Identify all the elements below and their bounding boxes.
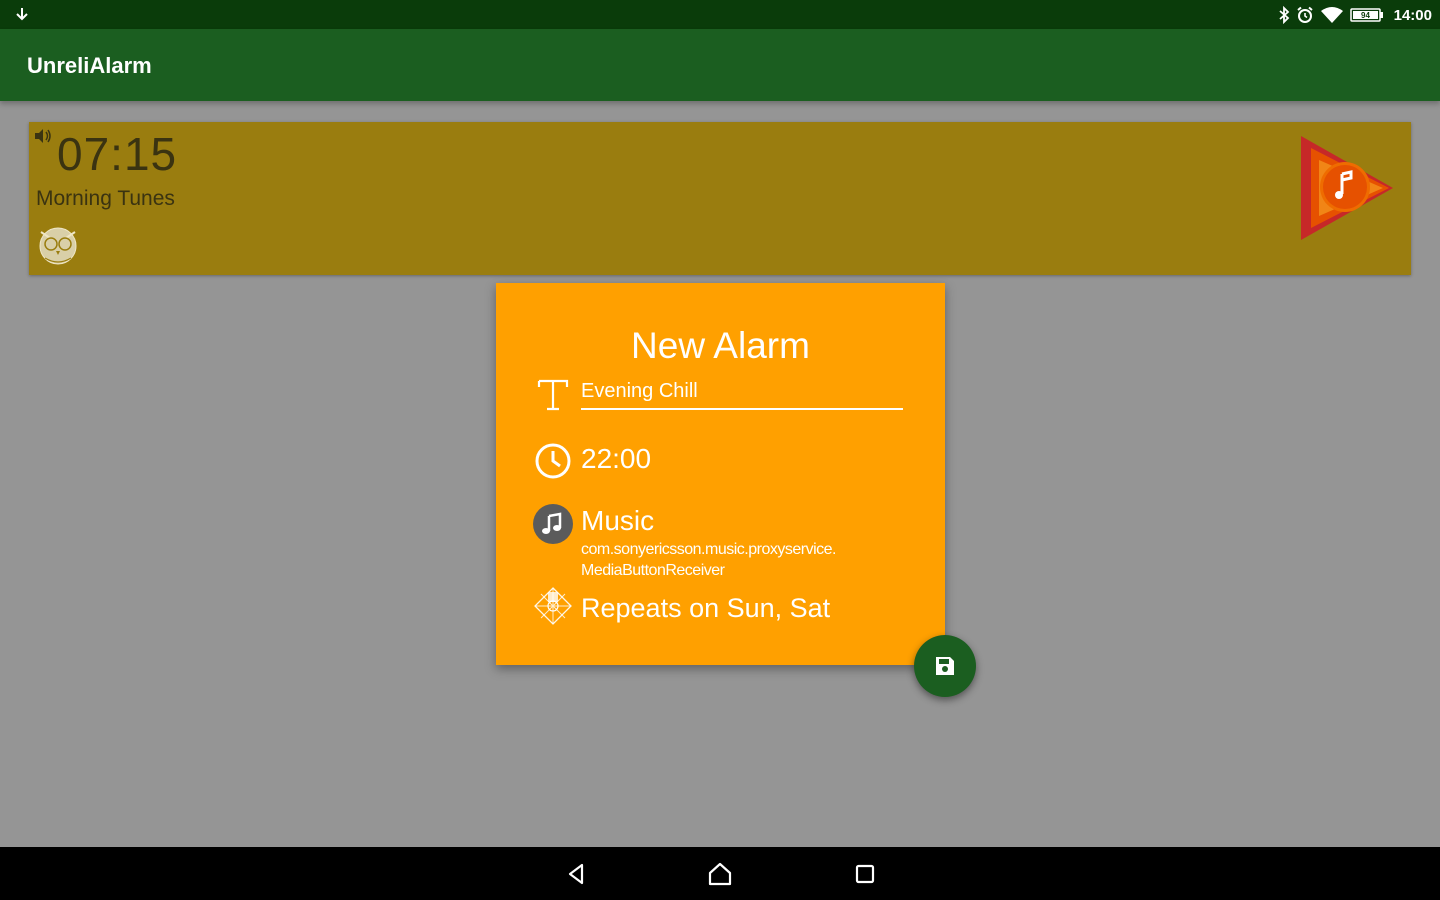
- bluetooth-icon: [1279, 6, 1289, 24]
- recents-icon: [855, 864, 875, 884]
- home-icon: [708, 862, 732, 886]
- wifi-icon: [1320, 7, 1343, 23]
- alarm-card[interactable]: 07:15 Morning Tunes: [29, 122, 1411, 275]
- alarm-name-input[interactable]: [581, 377, 903, 410]
- owl-icon: [39, 227, 77, 265]
- app-bar: UnreliAlarm: [0, 29, 1440, 101]
- navigation-bar: [0, 847, 1440, 900]
- app-title: UnreliAlarm: [27, 53, 152, 78]
- clock-icon: [535, 443, 571, 479]
- battery-icon: 94: [1349, 8, 1383, 22]
- back-button[interactable]: [562, 859, 592, 889]
- repeat-days[interactable]: Repeats on Sun, Sat: [581, 593, 830, 624]
- status-time: 14:00: [1393, 6, 1432, 24]
- back-icon: [568, 863, 584, 885]
- status-bar: 94 14:00: [0, 0, 1440, 29]
- alarm-clock-icon: [1296, 6, 1313, 23]
- repeat-pattern-icon: [534, 587, 572, 625]
- play-music-icon[interactable]: [1297, 134, 1395, 242]
- music-note-icon: [533, 504, 573, 544]
- recents-button[interactable]: [850, 859, 880, 889]
- text-icon: [537, 379, 569, 411]
- sound-source: com.sonyericsson.music.proxyservice. Med…: [581, 541, 836, 579]
- sound-picker[interactable]: Music com.sonyericsson.music.proxyservic…: [581, 505, 921, 581]
- speaker-icon: [35, 129, 51, 143]
- alarm-time: 07:15: [57, 128, 178, 180]
- status-icons: 94 14:00: [1278, 4, 1432, 26]
- dialog-title: New Alarm: [631, 325, 810, 366]
- new-alarm-dialog: New Alarm 22:00 Music com.sonyericsson.m…: [496, 283, 945, 665]
- save-button[interactable]: [914, 635, 976, 697]
- alarm-name: Morning Tunes: [36, 187, 175, 210]
- download-icon: [16, 8, 28, 21]
- sound-type: Music: [581, 505, 655, 536]
- alarm-time-picker[interactable]: 22:00: [581, 443, 651, 475]
- svg-text:94: 94: [1361, 11, 1370, 20]
- save-icon: [936, 657, 954, 675]
- home-button[interactable]: [705, 859, 735, 889]
